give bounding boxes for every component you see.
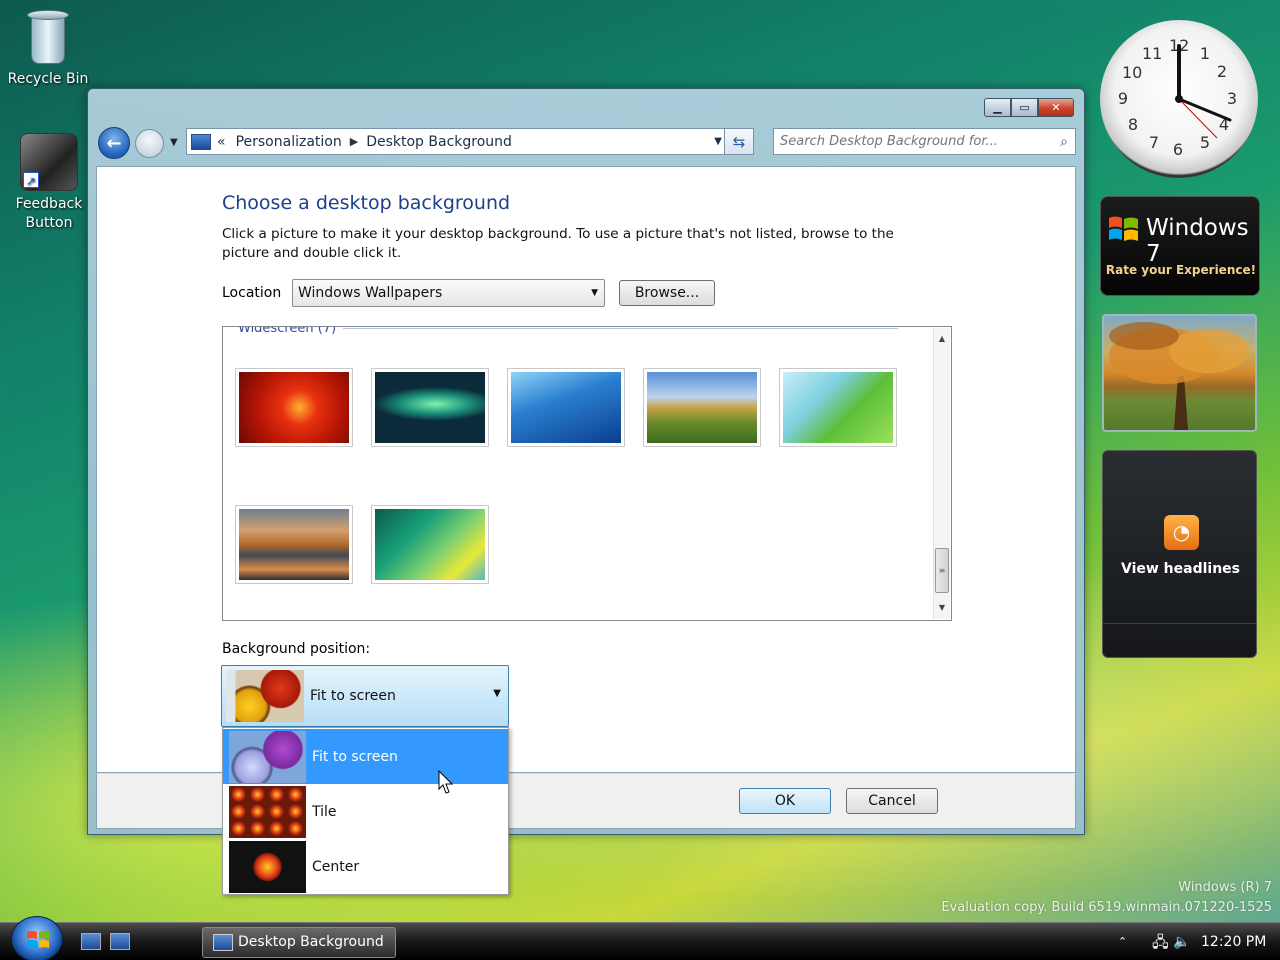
taskbar: Desktop Background ⌃ 🖧 🔈 12:20 PM xyxy=(0,916,1280,960)
navigation-bar: ← ▼ « Personalization ▶ Desktop Backgrou… xyxy=(98,127,1076,159)
view-headlines-link[interactable]: View headlines xyxy=(1103,561,1258,577)
thumbnail-palm-leaf[interactable] xyxy=(779,368,897,447)
breadcrumb-prefix[interactable]: « xyxy=(217,134,226,150)
start-button[interactable] xyxy=(11,916,63,960)
thumbnail-rocks-lake[interactable] xyxy=(235,505,353,584)
control-panel-icon xyxy=(213,934,233,951)
chevron-down-icon: ▼ xyxy=(591,288,598,298)
collapse-group-icon[interactable]: ⌃ xyxy=(907,327,918,337)
back-button[interactable]: ← xyxy=(98,127,130,159)
thumbnail-red-flower[interactable] xyxy=(235,368,353,447)
tile-option-icon xyxy=(229,786,306,838)
wallpaper-gallery: Widescreen (7) ⌃ ▲ ≡ ▼ xyxy=(222,326,952,621)
fit-to-screen-preview-icon xyxy=(226,670,304,722)
chevron-down-icon: ▼ xyxy=(493,688,501,699)
window-controls: ▁ ▭ ✕ xyxy=(984,98,1074,117)
minimize-icon: ▁ xyxy=(993,101,1002,114)
background-position-label: Background position: xyxy=(222,641,371,657)
forward-button[interactable] xyxy=(135,129,164,158)
recycle-bin-label: Recycle Bin xyxy=(7,71,89,87)
windows7-gadget[interactable]: Windows 7 Rate your Experience! xyxy=(1100,196,1260,296)
watermark-line1: Windows (R) 7 xyxy=(1178,880,1272,895)
windows-logo-icon xyxy=(1109,216,1138,241)
watermark-line2: Evaluation copy. Build 6519.winmain.0712… xyxy=(941,900,1272,915)
recycle-bin-icon xyxy=(25,8,71,66)
breadcrumb-desktop-background[interactable]: Desktop Background xyxy=(366,134,512,150)
back-arrow-icon: ← xyxy=(106,132,122,154)
address-dropdown-icon[interactable]: ▼ xyxy=(714,136,722,147)
clock-gadget[interactable]: 12 1 2 3 4 5 6 7 8 9 10 11 xyxy=(1100,20,1258,178)
recent-pages-dropdown[interactable]: ▼ xyxy=(170,137,178,148)
cancel-button[interactable]: Cancel xyxy=(846,788,938,814)
refresh-button[interactable]: ⇆ xyxy=(724,128,754,155)
feedback-button-desktop-icon[interactable]: ➚ Feedback Button xyxy=(3,133,95,233)
address-bar[interactable]: « Personalization ▶ Desktop Background ▼ xyxy=(186,128,731,155)
background-position-value: Fit to screen xyxy=(310,688,396,704)
minimize-button[interactable]: ▁ xyxy=(984,98,1011,117)
ok-button[interactable]: OK xyxy=(739,788,831,814)
breadcrumb-separator-icon[interactable]: ▶ xyxy=(350,135,358,148)
browse-button[interactable]: Browse... xyxy=(619,280,715,306)
background-position-select[interactable]: Fit to screen ▼ xyxy=(221,665,509,727)
rate-experience-link[interactable]: Rate your Experience! xyxy=(1101,263,1261,277)
option-tile[interactable]: Tile xyxy=(223,784,508,839)
show-desktop-icon[interactable] xyxy=(81,933,101,950)
rss-icon: ◔ xyxy=(1164,515,1199,550)
option-center[interactable]: Center xyxy=(223,839,508,894)
thumbnail-fish[interactable] xyxy=(507,368,625,447)
search-input[interactable] xyxy=(774,134,1053,149)
thumbnail-vista-aurora[interactable] xyxy=(371,505,489,584)
taskbar-clock[interactable]: 12:20 PM xyxy=(1201,923,1266,960)
switch-windows-icon[interactable] xyxy=(110,933,130,950)
close-icon: ✕ xyxy=(1051,101,1061,114)
maximize-button[interactable]: ▭ xyxy=(1011,98,1038,117)
thumbnail-landscape[interactable] xyxy=(643,368,761,447)
chevron-down-icon: ▼ xyxy=(170,137,178,148)
tree-photo xyxy=(1109,322,1249,430)
windows-flag-icon xyxy=(27,931,49,948)
volume-icon[interactable]: 🔈 xyxy=(1173,923,1190,960)
scroll-up-icon[interactable]: ▲ xyxy=(934,331,950,347)
feedback-button-label: Feedback Button xyxy=(15,196,83,231)
taskbar-item-desktop-background[interactable]: Desktop Background xyxy=(202,927,396,958)
page-description: Click a picture to make it your desktop … xyxy=(222,226,894,261)
location-select[interactable]: Windows Wallpapers ▼ xyxy=(292,279,605,307)
option-tile-label: Tile xyxy=(312,804,337,820)
location-label: Location xyxy=(222,285,282,301)
gallery-scrollbar[interactable]: ▲ ≡ ▼ xyxy=(933,328,950,619)
network-icon[interactable]: 🖧 xyxy=(1152,923,1169,960)
close-button[interactable]: ✕ xyxy=(1038,98,1074,117)
thumbnail-aurora[interactable] xyxy=(371,368,489,447)
option-fit-to-screen-label: Fit to screen xyxy=(312,749,398,765)
shortcut-arrow-icon: ➚ xyxy=(23,172,39,188)
center-option-icon xyxy=(229,841,306,893)
maximize-icon: ▭ xyxy=(1019,101,1030,114)
group-title[interactable]: Widescreen (7) xyxy=(238,327,336,336)
option-center-label: Center xyxy=(312,859,360,875)
slideshow-gadget[interactable] xyxy=(1102,314,1257,432)
option-fit-to-screen[interactable]: Fit to screen xyxy=(223,729,508,784)
clock-hands xyxy=(1175,44,1232,139)
scroll-down-icon[interactable]: ▼ xyxy=(934,600,950,616)
taskbar-item-label: Desktop Background xyxy=(238,934,384,950)
control-panel-icon xyxy=(191,133,211,150)
feed-headlines-gadget[interactable]: ◔ View headlines xyxy=(1102,450,1257,658)
page-title: Choose a desktop background xyxy=(222,192,511,214)
show-hidden-icons-icon[interactable]: ⌃ xyxy=(1118,923,1127,960)
windows7-gadget-title: Windows 7 xyxy=(1146,215,1249,267)
background-position-list: Fit to screen Tile Center xyxy=(222,727,509,895)
fit-to-screen-option-icon xyxy=(229,731,306,783)
refresh-icon: ⇆ xyxy=(732,132,746,151)
recycle-bin-desktop-icon[interactable]: Recycle Bin xyxy=(3,4,93,89)
location-select-value: Windows Wallpapers xyxy=(298,285,443,301)
search-box[interactable]: ⌕ xyxy=(773,128,1076,155)
scroll-thumb[interactable]: ≡ xyxy=(935,548,949,593)
breadcrumb-personalization[interactable]: Personalization xyxy=(236,134,342,150)
search-icon[interactable]: ⌕ xyxy=(1053,134,1075,150)
feedback-icon: ➚ xyxy=(20,133,78,191)
